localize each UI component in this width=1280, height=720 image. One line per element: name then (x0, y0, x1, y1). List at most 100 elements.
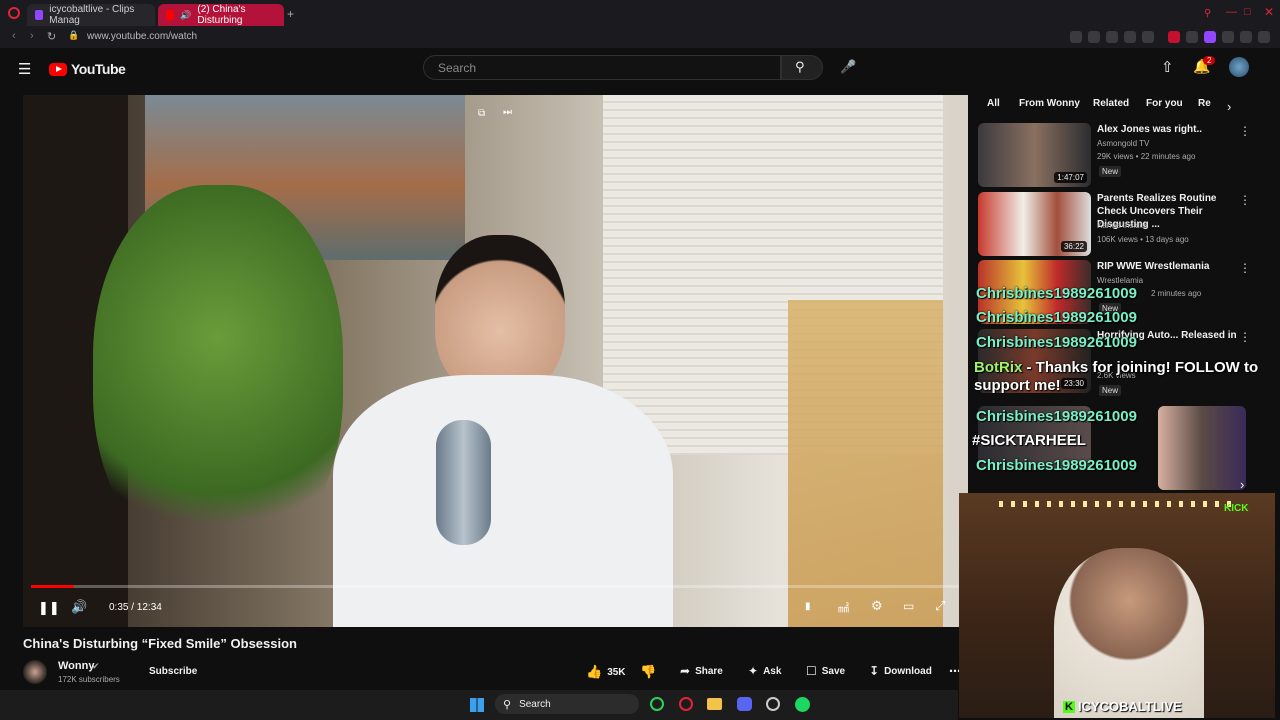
forward-arrow-icon[interactable]: › (30, 30, 34, 42)
search-input[interactable] (436, 59, 768, 76)
discord-icon[interactable] (737, 697, 752, 711)
chat-username: Chrisbines1989261009 (976, 334, 1137, 351)
snapshot-icon[interactable] (1088, 31, 1100, 43)
chat-username: Chrisbines1989261009 (976, 309, 1137, 326)
spotify-icon[interactable] (795, 697, 810, 712)
verified-check-icon: ✔ (92, 661, 100, 671)
account-avatar[interactable] (1229, 57, 1249, 77)
new-tab-button[interactable]: + (287, 7, 294, 21)
more-options-icon[interactable]: ⋮ (1239, 193, 1251, 207)
webcam-streamer (1054, 548, 1204, 718)
chat-message: Chrisbines1989261009 (976, 457, 1137, 475)
subscribe-button[interactable]: Subscribe (149, 666, 197, 677)
reload-icon[interactable]: ↻ (47, 30, 56, 43)
miniplayer-icon[interactable]: ⧉ (478, 108, 485, 119)
share-button[interactable]: ➦ Share (680, 664, 723, 678)
autoplay-toggle[interactable]: ▮ (805, 601, 811, 612)
xbox-icon[interactable] (650, 697, 664, 711)
tab-clips-manager[interactable]: icycobaltlive - Clips Manag (27, 4, 155, 26)
pause-icon[interactable]: ❚❚ (38, 600, 60, 616)
recommendation-thumbnail[interactable] (1158, 406, 1246, 490)
search-button[interactable]: ⚲ (781, 55, 823, 80)
video-frame-person-head (435, 235, 565, 395)
profile-icon[interactable] (1240, 31, 1252, 43)
recommendation-thumbnail[interactable]: 36:22 (978, 192, 1091, 256)
channel-name[interactable]: Wonny (58, 660, 94, 672)
chips-next-chevron-icon[interactable]: › (1227, 99, 1231, 114)
tab-youtube-video[interactable]: 🔊 (2) China's Disturbing (158, 4, 284, 26)
time-display: 0:35 / 12:34 (109, 602, 162, 613)
save-button[interactable]: ☐ Save (806, 664, 845, 678)
file-explorer-icon[interactable] (707, 698, 722, 710)
zoom-icon[interactable] (1070, 31, 1082, 43)
puzzle-icon[interactable] (1222, 31, 1234, 43)
download-icon: ↧ (869, 664, 880, 678)
voice-search-mic-icon[interactable]: 🎤 (840, 59, 856, 75)
chip-related[interactable]: Related (1093, 98, 1129, 112)
recommendation-channel[interactable]: Wrestlelamia (1097, 276, 1143, 285)
extension-icon[interactable] (1186, 31, 1198, 43)
channel-avatar[interactable] (23, 660, 47, 684)
chip-all[interactable]: All (987, 98, 1000, 112)
ask-button[interactable]: ✦ Ask (748, 664, 781, 678)
search-box[interactable] (423, 55, 781, 80)
more-options-icon[interactable]: ⋮ (1239, 124, 1251, 138)
save-label: Save (821, 665, 846, 677)
like-button[interactable]: 👍 35K (586, 664, 626, 680)
chat-message: Chrisbines1989261009 (976, 309, 1137, 327)
recommendation-channel[interactable]: Asmongold TV (1097, 139, 1149, 148)
chip-recent[interactable]: Re (1198, 98, 1211, 112)
download-button[interactable]: ↧ Download (869, 664, 932, 678)
recommendation-channel[interactable]: Karma Insider (1097, 221, 1147, 230)
chip-from-wonny[interactable]: From Wonny (1019, 98, 1080, 112)
twitch-extension-icon[interactable] (1204, 31, 1216, 43)
shelf-next-chevron-icon[interactable]: › (1240, 477, 1244, 492)
video-player[interactable]: ⧉ ⏭ ❚❚ 🔊 0:35 / 12:34 ▮ ㎟ ⚙ ▭ ⤢ (23, 95, 968, 627)
theater-mode-icon[interactable]: ▭ (903, 599, 914, 613)
recommendation-title[interactable]: Alex Jones was right.. (1097, 123, 1237, 136)
youtube-logo[interactable]: YouTube (49, 61, 126, 77)
close-window-button[interactable]: ✕ (1264, 5, 1274, 19)
streamer-name-label: K ICYCOBALTLIVE (1063, 699, 1182, 714)
progress-bar[interactable] (31, 585, 961, 588)
video-duration: 1:47:07 (1054, 172, 1087, 183)
hamburger-menu-icon[interactable]: ☰ (18, 60, 31, 78)
opera-logo-icon[interactable] (8, 7, 20, 19)
volume-icon[interactable]: 🔊 (71, 599, 87, 615)
chat-message: Chrisbines1989261009 (976, 285, 1137, 303)
speaker-icon[interactable]: 🔊 (180, 10, 191, 21)
thumbs-up-icon: 👍 (586, 664, 603, 679)
chat-text: #SICKTARHEEL (972, 432, 1086, 449)
fullscreen-icon[interactable]: ⤢ (935, 598, 945, 614)
share-arrow-icon: ➦ (680, 664, 691, 678)
video-frame-plant (93, 185, 343, 565)
back-arrow-icon[interactable]: ‹ (12, 30, 16, 42)
adblock-icon[interactable] (1168, 31, 1180, 43)
more-options-icon[interactable]: ⋮ (1239, 261, 1251, 275)
shield-icon[interactable] (1106, 31, 1118, 43)
menu-icon[interactable] (1258, 31, 1270, 43)
taskbar-search[interactable]: ⚲ Search (495, 694, 639, 714)
windows-start-icon[interactable] (470, 698, 484, 712)
upload-icon[interactable]: ⇧ (1161, 58, 1174, 76)
recommendation-title[interactable]: RIP WWE Wrestlemania (1097, 260, 1237, 273)
webcam-overlay: KICK K ICYCOBALTLIVE (959, 493, 1275, 718)
next-video-icon[interactable]: ⏭ (503, 107, 512, 118)
chat-message: BotRix - Thanks for joining! FOLLOW to s… (974, 359, 1274, 395)
send-icon[interactable] (1124, 31, 1136, 43)
settings-gear-icon[interactable]: ⚙ (871, 598, 883, 614)
chat-message: Chrisbines1989261009 (976, 408, 1137, 426)
captions-icon[interactable]: ㎟ (838, 600, 849, 616)
dislike-button[interactable]: 👎 (640, 664, 656, 680)
minimize-button[interactable]: — (1226, 6, 1237, 18)
search-tabs-icon[interactable]: ⚲ (1204, 8, 1211, 19)
recommendation-meta: 29K views • 22 minutes ago (1097, 152, 1196, 161)
obs-icon[interactable] (766, 697, 780, 711)
heart-icon[interactable] (1142, 31, 1154, 43)
recommendation-thumbnail[interactable]: 1:47:07 (978, 123, 1091, 187)
url-text[interactable]: www.youtube.com/watch (87, 31, 197, 42)
opera-gx-icon[interactable] (679, 697, 693, 711)
chip-for-you[interactable]: For you (1146, 98, 1183, 112)
maximize-button[interactable]: □ (1244, 6, 1251, 18)
more-options-icon[interactable]: ⋮ (1239, 330, 1251, 344)
